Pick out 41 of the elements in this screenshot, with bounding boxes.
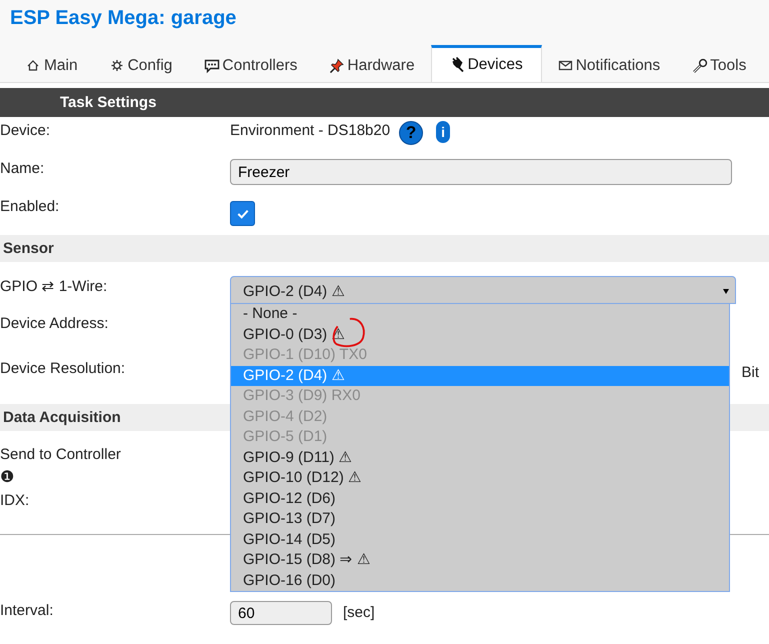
panel-title-bar: Task Settings — [0, 88, 769, 117]
field-label: IDX: — [0, 492, 30, 509]
plug-icon — [450, 57, 466, 73]
pushpin-icon — [329, 58, 346, 74]
device-name: Environment - DS18b20 — [230, 121, 390, 139]
field-label: Device: — [0, 122, 50, 139]
nav-tab[interactable]: Hardware — [313, 45, 431, 82]
unit-label: [sec] — [343, 603, 375, 621]
unit-label: Bit — [741, 363, 759, 381]
checkbox[interactable] — [230, 201, 255, 226]
nav-tab[interactable]: Notifications — [542, 45, 676, 82]
dropdown-option[interactable]: GPIO-14 (D5) — [231, 530, 729, 550]
wrench-icon — [692, 58, 708, 74]
field-label: Send to Controller — [0, 446, 121, 463]
dropdown-option[interactable]: GPIO-9 (D11) ⚠ — [231, 448, 729, 468]
nav-tab[interactable]: Tools — [676, 45, 762, 82]
section-heading: Sensor — [0, 235, 769, 262]
dropdown-option[interactable]: GPIO-10 (D12) ⚠ — [231, 468, 729, 488]
field-label: Interval: — [0, 602, 54, 619]
dropdown-option[interactable]: GPIO-16 (D0) — [231, 570, 729, 591]
field-label: Device Address: — [0, 315, 108, 332]
interval-field[interactable]: 60 — [230, 601, 332, 625]
field-label: Name: — [0, 160, 44, 177]
info-icon[interactable]: i — [436, 121, 450, 143]
page-title: ESP Easy Mega: garage — [9, 6, 238, 31]
dropdown-option[interactable]: - None - — [231, 304, 729, 324]
dropdown-option[interactable]: GPIO-13 (D7) — [231, 509, 729, 530]
speech-bubble-icon — [204, 58, 220, 74]
dropdown-option[interactable]: GPIO-12 (D6) — [231, 488, 729, 509]
field-label: GPIO ⇄ 1-Wire: — [0, 277, 108, 295]
dropdown-option[interactable]: GPIO-15 (D8) ⇒ ⚠ — [231, 550, 729, 570]
gpio-select[interactable]: GPIO-2 (D4) ⚠ — [230, 276, 736, 304]
name-field[interactable]: Freezer — [230, 159, 732, 185]
field-label: Device Resolution: — [0, 360, 126, 377]
nav-tab[interactable]: Controllers — [188, 45, 314, 82]
note-marker: ❶ — [0, 468, 14, 487]
help-icon[interactable]: ? — [399, 121, 424, 145]
nav-tab[interactable]: Devices — [430, 45, 542, 82]
nav-tab[interactable]: Config — [94, 45, 188, 82]
field-label: Enabled: — [0, 198, 60, 215]
nav-tab[interactable]: Main — [10, 45, 94, 82]
